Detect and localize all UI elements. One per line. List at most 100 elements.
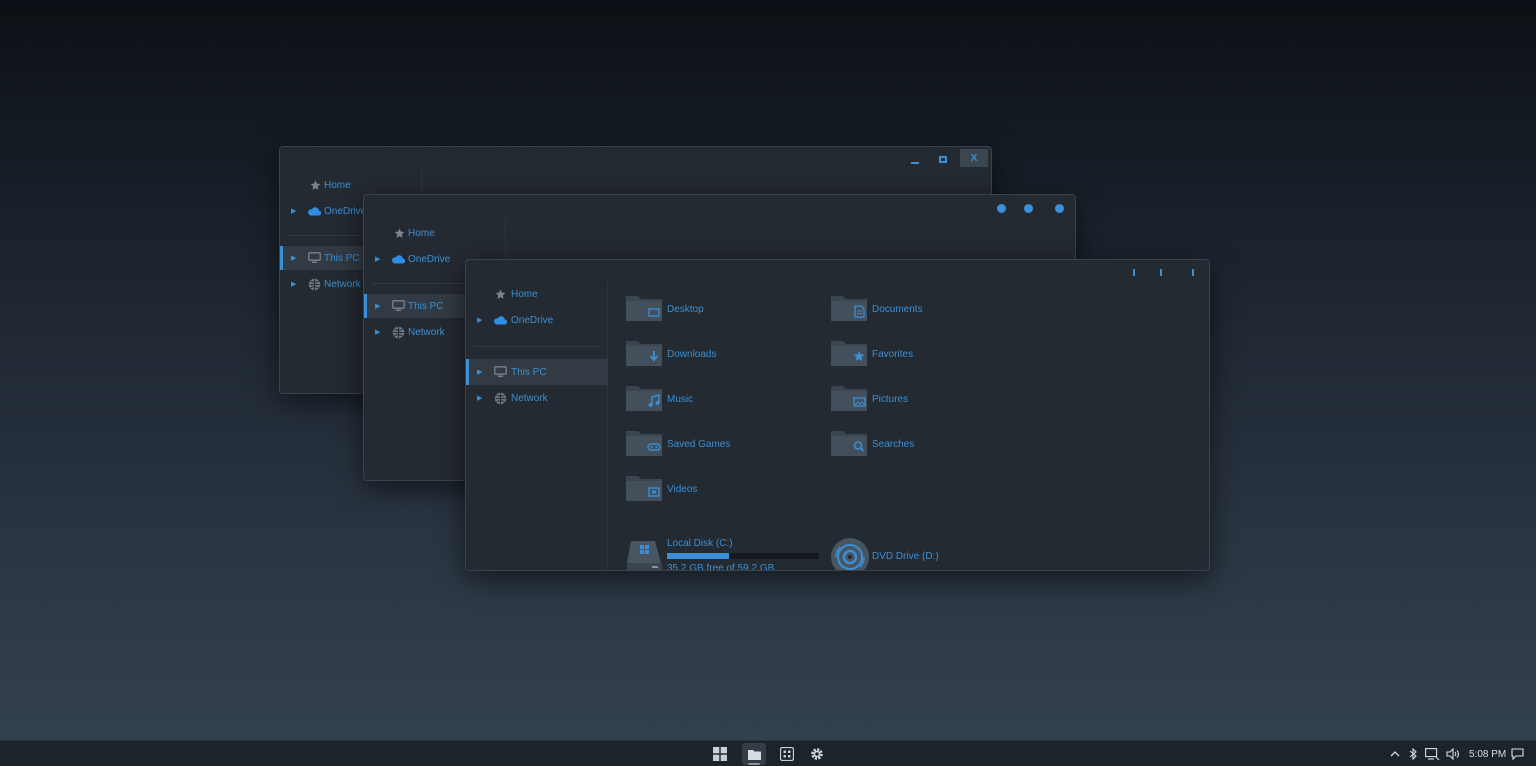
drive-c-usage-bar	[667, 553, 819, 559]
network-globe-icon	[493, 391, 507, 405]
network-status-icon[interactable]	[1425, 741, 1440, 766]
show-hidden-icons-chevron-icon[interactable]	[1390, 741, 1400, 766]
drive-c-usage-fill	[667, 553, 729, 559]
star-icon	[831, 341, 867, 366]
nav-home-label: Home	[511, 288, 538, 300]
folder-saved-games[interactable]: Saved Games	[625, 427, 805, 461]
nav-this-pc[interactable]: ▶ This PC	[466, 359, 608, 385]
cloud-icon	[391, 252, 405, 266]
minimize-icon[interactable]	[908, 153, 922, 167]
folder-label: Searches	[872, 438, 915, 450]
music-icon	[626, 386, 662, 411]
monitor-icon	[307, 251, 321, 265]
title-bar[interactable]	[280, 147, 991, 169]
expand-arrow-icon[interactable]: ▶	[291, 254, 296, 262]
folder-searches[interactable]: Searches	[830, 427, 1010, 461]
document-icon	[831, 296, 867, 321]
folder-music[interactable]: Music	[625, 382, 805, 416]
expand-arrow-icon[interactable]: ▶	[375, 302, 380, 310]
close-dot-icon[interactable]	[1054, 203, 1064, 213]
maximize-bar-icon[interactable]	[1157, 267, 1165, 277]
nav-this-pc-label: This PC	[324, 252, 360, 264]
folder-label: Desktop	[667, 303, 704, 315]
expand-arrow-icon[interactable]: ▶	[477, 316, 482, 324]
expand-arrow-icon[interactable]: ▶	[375, 255, 380, 263]
folder-pictures[interactable]: Pictures	[830, 382, 1010, 416]
video-icon	[626, 476, 662, 501]
picture-icon	[831, 386, 867, 411]
expand-arrow-icon[interactable]: ▶	[291, 207, 296, 215]
cloud-icon	[307, 204, 321, 218]
expand-arrow-icon[interactable]: ▶	[477, 394, 482, 402]
widgets-icon[interactable]	[775, 743, 799, 765]
close-icon[interactable]: X	[960, 149, 988, 167]
explorer-window-front[interactable]: Home ▶ OneDrive ▶ This PC ▶ Network Desk…	[465, 259, 1210, 571]
download-icon	[626, 341, 662, 366]
star-pin-icon	[392, 226, 406, 240]
expand-arrow-icon[interactable]: ▶	[477, 368, 482, 376]
title-bar[interactable]	[466, 260, 1209, 282]
minimize-dot-icon[interactable]	[996, 203, 1006, 213]
folder-label: Pictures	[872, 393, 909, 405]
taskbar: 5:08 PM	[0, 740, 1536, 766]
clock-time: 5:08 PM	[1469, 748, 1507, 760]
navigation-pane: Home ▶ OneDrive ▶ This PC ▶ Network	[466, 282, 608, 570]
minimize-bar-icon[interactable]	[1130, 267, 1138, 277]
start-icon[interactable]	[708, 743, 732, 765]
cloud-icon	[493, 313, 507, 327]
drive-c-label: Local Disk (C:)	[667, 538, 733, 549]
nav-network-label: Network	[324, 278, 361, 290]
notification-center-icon[interactable]	[1511, 741, 1524, 766]
volume-icon[interactable]	[1446, 741, 1461, 766]
network-globe-icon	[307, 277, 321, 291]
star-pin-icon	[308, 178, 322, 192]
nav-network-label: Network	[408, 326, 445, 338]
nav-this-pc-label: This PC	[408, 300, 444, 312]
nav-onedrive-label: OneDrive	[324, 205, 367, 217]
folder-label: Music	[667, 393, 694, 405]
folder-desktop[interactable]: Desktop	[625, 292, 805, 326]
nav-network[interactable]: ▶ Network	[466, 385, 608, 411]
nav-divider	[474, 346, 600, 347]
folder-label: Favorites	[872, 348, 914, 360]
monitor-icon	[391, 299, 405, 313]
folder-label: Downloads	[667, 348, 717, 360]
close-label: X	[970, 152, 978, 164]
nav-home-label: Home	[408, 227, 435, 239]
nav-onedrive-label: OneDrive	[511, 314, 554, 326]
content-area: Desktop Downloads Music Saved Games Vide…	[608, 282, 1209, 570]
bluetooth-icon[interactable]	[1409, 741, 1417, 766]
folder-label: Videos	[667, 483, 698, 495]
drive-local-disk-c[interactable]: Local Disk (C:) 35.2 GB free of 59.2 GB	[625, 537, 825, 571]
folder-label: Saved Games	[667, 438, 731, 450]
drive-d-label: DVD Drive (D:)	[872, 551, 939, 562]
close-bar-icon[interactable]	[1189, 267, 1197, 277]
expand-arrow-icon[interactable]: ▶	[375, 328, 380, 336]
clock[interactable]: 5:08 PM	[1469, 741, 1506, 766]
nav-this-pc-label: This PC	[511, 366, 547, 378]
nav-home[interactable]: Home	[466, 282, 608, 306]
settings-icon[interactable]	[805, 743, 829, 765]
nav-home-label: Home	[324, 179, 351, 191]
folder-favorites[interactable]: Favorites	[830, 337, 1010, 371]
search-icon	[831, 431, 867, 456]
nav-onedrive[interactable]: ▶ OneDrive	[466, 308, 608, 332]
drive-c-free-text: 35.2 GB free of 59.2 GB	[667, 563, 775, 571]
folder-documents[interactable]: Documents	[830, 292, 1010, 326]
network-globe-icon	[391, 325, 405, 339]
star-pin-icon	[493, 287, 507, 301]
dvd-disc-icon	[831, 538, 869, 570]
monitor-icon	[493, 365, 507, 379]
drive-dvd-d[interactable]: DVD Drive (D:)	[830, 537, 1010, 570]
expand-arrow-icon[interactable]: ▶	[291, 280, 296, 288]
gamepad-icon	[626, 431, 662, 456]
maximize-icon[interactable]	[936, 152, 950, 166]
folder-videos[interactable]: Videos	[625, 472, 805, 506]
title-bar[interactable]	[364, 195, 1075, 217]
desktop-icon	[626, 296, 662, 321]
maximize-dot-icon[interactable]	[1023, 203, 1033, 213]
nav-onedrive-label: OneDrive	[408, 253, 451, 265]
nav-home[interactable]: Home	[364, 221, 506, 245]
file-explorer-icon[interactable]	[742, 743, 766, 765]
folder-downloads[interactable]: Downloads	[625, 337, 805, 371]
